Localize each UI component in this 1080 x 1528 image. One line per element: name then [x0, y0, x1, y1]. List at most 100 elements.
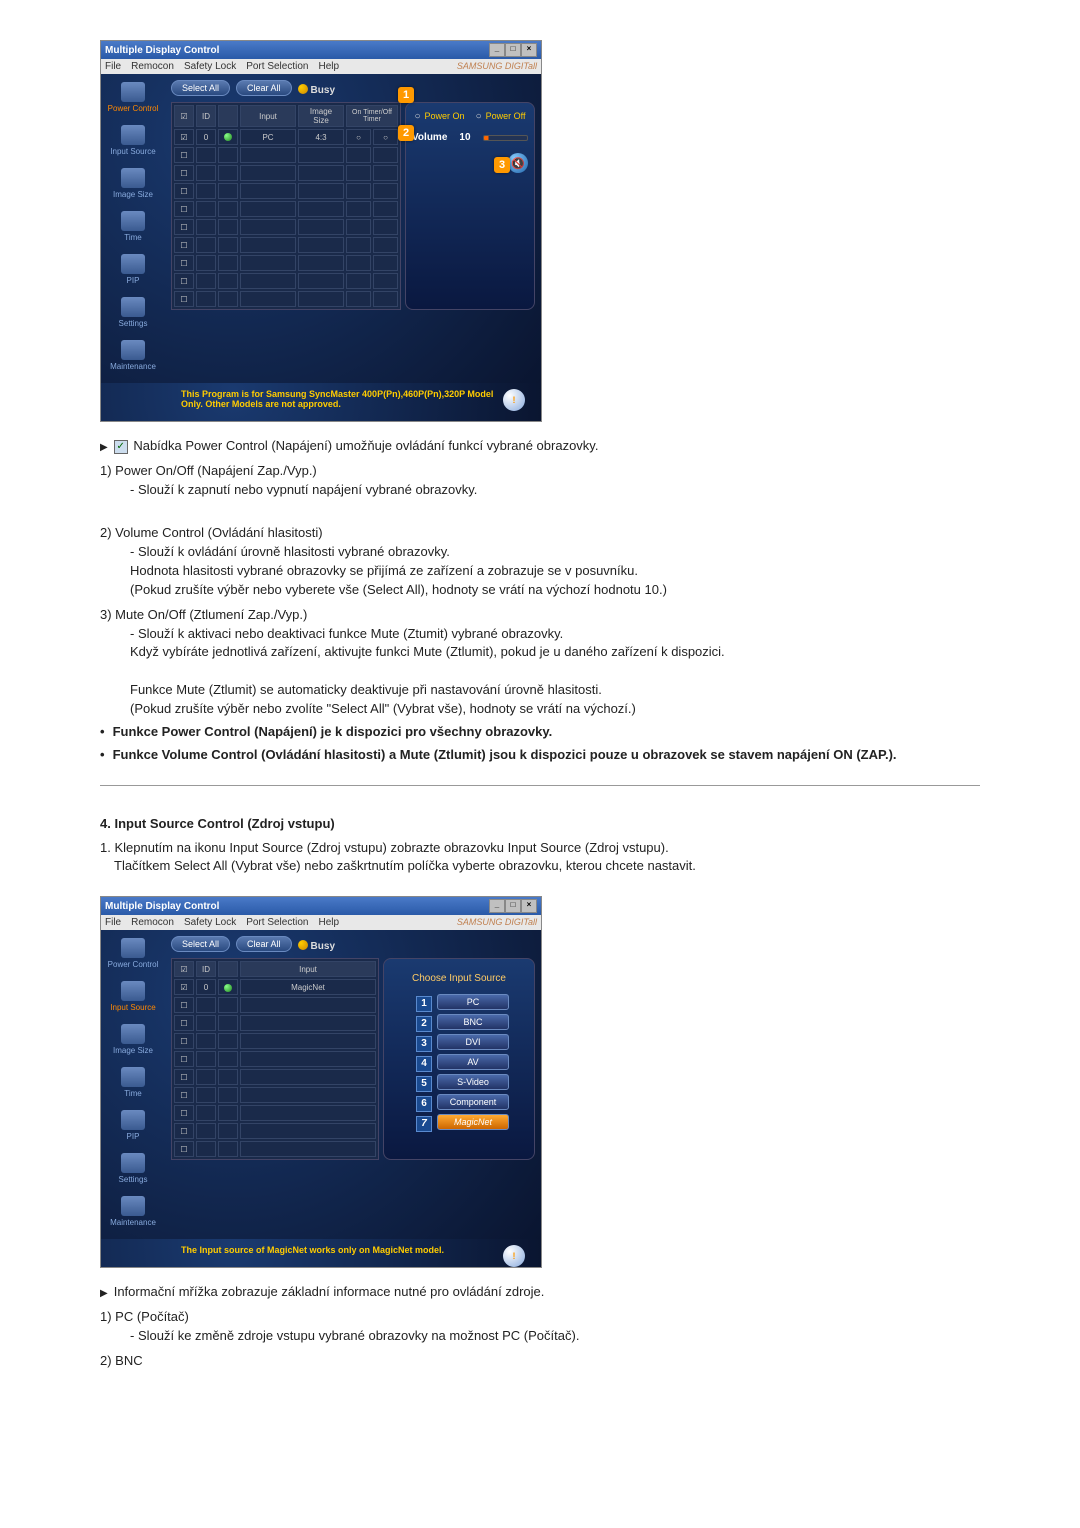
power-off-radio[interactable]: Power Off	[476, 111, 526, 122]
item-3-sub2: Když vybíráte jednotlivá zařízení, aktiv…	[130, 643, 980, 662]
marker-2: 2	[398, 125, 414, 141]
item-2-title: 2) Volume Control (Ovládání hlasitosti)	[100, 524, 980, 543]
select-all-button[interactable]: Select All	[171, 936, 230, 952]
item-3-sub4: (Pokud zrušíte výběr nebo zvolíte "Selec…	[130, 700, 980, 719]
pip-icon	[121, 254, 145, 274]
titlebar-2: Multiple Display Control _ □ ×	[101, 897, 541, 915]
checkbox-icon: ✓	[114, 440, 128, 454]
menubar-2: File Remocon Safety Lock Port Selection …	[101, 915, 541, 930]
table-row[interactable]: ☑ 0 PC 4:3 ○ ○	[174, 129, 398, 145]
sidebar-item-input-source[interactable]: Input Source	[101, 977, 165, 1020]
brand-logo: SAMSUNG DIGITall	[457, 917, 537, 928]
text-section-1: ✓ Nabídka Power Control (Napájení) umožň…	[100, 437, 980, 765]
source-component-button[interactable]: 6Component	[437, 1094, 509, 1110]
item-2-sub2: Hodnota hlasitosti vybrané obrazovky se …	[130, 562, 980, 581]
divider	[100, 785, 980, 786]
sidebar-item-time[interactable]: Time	[101, 207, 165, 250]
menu-safetylock[interactable]: Safety Lock	[184, 917, 236, 928]
menu-file[interactable]: File	[105, 61, 121, 72]
clear-all-button[interactable]: Clear All	[236, 936, 292, 952]
sidebar-item-input-source[interactable]: Input Source	[101, 121, 165, 164]
volume-slider[interactable]	[483, 135, 528, 141]
s3-item-1-sub1: Slouží ke změně zdroje vstupu vybrané ob…	[130, 1327, 980, 1346]
image-size-icon	[121, 1024, 145, 1044]
sidebar-item-image-size[interactable]: Image Size	[101, 164, 165, 207]
sidebar-item-maintenance[interactable]: Maintenance	[101, 336, 165, 379]
sidebar-item-power-control[interactable]: Power Control	[101, 78, 165, 121]
pip-icon	[121, 1110, 145, 1130]
menu-safetylock[interactable]: Safety Lock	[184, 61, 236, 72]
sidebar-2: Power Control Input Source Image Size Ti…	[101, 930, 165, 1239]
busy-indicator: Busy	[298, 81, 335, 96]
sidebar-item-image-size[interactable]: Image Size	[101, 1020, 165, 1063]
time-icon	[121, 1067, 145, 1087]
display-grid: ☑ ID Input Image Size On Timer/Off Timer…	[171, 102, 401, 310]
sidebar-item-power-control[interactable]: Power Control	[101, 934, 165, 977]
menu-help[interactable]: Help	[318, 917, 339, 928]
table-row[interactable]: ☑ 0 MagicNet	[174, 979, 376, 995]
power-icon	[121, 82, 145, 102]
display-grid-2: ☑ ID Input ☑ 0 MagicNet ☐ ☐ ☐ ☐	[171, 958, 379, 1160]
text-section-3: Informační mřížka zobrazuje základní inf…	[100, 1283, 980, 1370]
choose-input-title: Choose Input Source	[390, 973, 528, 984]
intro-line: ✓ Nabídka Power Control (Napájení) umožň…	[100, 437, 980, 456]
volume-label: Volume	[412, 132, 447, 143]
status-icon	[224, 984, 232, 992]
window-buttons-2: _ □ ×	[489, 899, 537, 913]
maximize-icon[interactable]: □	[505, 43, 521, 57]
sidebar-item-pip[interactable]: PIP	[101, 250, 165, 293]
sidebar-item-settings[interactable]: Settings	[101, 1149, 165, 1192]
brand-logo: SAMSUNG DIGITall	[457, 61, 537, 72]
s3-item-2-title: 2) BNC	[100, 1352, 980, 1371]
source-svideo-button[interactable]: 5S-Video	[437, 1074, 509, 1090]
close-icon[interactable]: ×	[521, 43, 537, 57]
menu-portselection[interactable]: Port Selection	[246, 917, 308, 928]
sidebar-item-maintenance[interactable]: Maintenance	[101, 1192, 165, 1235]
item-1-title: 1) Power On/Off (Napájení Zap./Vyp.)	[100, 462, 980, 481]
maintenance-icon	[121, 1196, 145, 1216]
window-title-2: Multiple Display Control	[105, 901, 489, 912]
close-icon[interactable]: ×	[521, 899, 537, 913]
clear-all-button[interactable]: Clear All	[236, 80, 292, 96]
source-pc-button[interactable]: 1PC	[437, 994, 509, 1010]
time-icon	[121, 211, 145, 231]
source-bnc-button[interactable]: 2BNC	[437, 1014, 509, 1030]
power-on-radio[interactable]: Power On	[415, 111, 465, 122]
sidebar-item-time[interactable]: Time	[101, 1063, 165, 1106]
mute-icon[interactable]: 🔇	[508, 153, 528, 173]
settings-icon	[121, 297, 145, 317]
item-3-title: 3) Mute On/Off (Ztlumení Zap./Vyp.)	[100, 606, 980, 625]
input-icon	[121, 125, 145, 145]
info-icon: !	[503, 389, 525, 411]
source-magicnet-button[interactable]: 7MagicNet	[437, 1114, 509, 1130]
select-all-button[interactable]: Select All	[171, 80, 230, 96]
bullet-1: Funkce Power Control (Napájení) je k dis…	[100, 723, 980, 742]
settings-icon	[121, 1153, 145, 1173]
bullet-2: Funkce Volume Control (Ovládání hlasitos…	[100, 746, 980, 765]
input-icon	[121, 981, 145, 1001]
minimize-icon[interactable]: _	[489, 899, 505, 913]
menu-help[interactable]: Help	[318, 61, 339, 72]
sidebar-item-pip[interactable]: PIP	[101, 1106, 165, 1149]
source-av-button[interactable]: 4AV	[437, 1054, 509, 1070]
maximize-icon[interactable]: □	[505, 899, 521, 913]
menu-remocon[interactable]: Remocon	[131, 917, 174, 928]
item-2-sub1: Slouží k ovládání úrovně hlasitosti vybr…	[130, 543, 980, 562]
menu-portselection[interactable]: Port Selection	[246, 61, 308, 72]
s3-item-1-title: 1) PC (Počítač)	[100, 1308, 980, 1327]
item-1-sub1: Slouží k zapnutí nebo vypnutí napájení v…	[130, 481, 980, 500]
power-panel: Power On Power Off Volume 10 🔇 1 2 3	[405, 102, 535, 310]
item-2-sub3: (Pokud zrušíte výběr nebo vyberete vše (…	[130, 581, 980, 600]
maintenance-icon	[121, 340, 145, 360]
info-icon: !	[503, 1245, 525, 1267]
menu-remocon[interactable]: Remocon	[131, 61, 174, 72]
minimize-icon[interactable]: _	[489, 43, 505, 57]
input-source-screenshot: Multiple Display Control _ □ × File Remo…	[100, 896, 542, 1268]
source-dvi-button[interactable]: 3DVI	[437, 1034, 509, 1050]
menu-file[interactable]: File	[105, 917, 121, 928]
marker-1: 1	[398, 87, 414, 103]
busy-icon	[298, 84, 308, 94]
intro-line-3: Informační mřížka zobrazuje základní inf…	[100, 1283, 980, 1302]
input-source-panel: Choose Input Source 1PC 2BNC 3DVI 4AV 5S…	[383, 958, 535, 1160]
sidebar-item-settings[interactable]: Settings	[101, 293, 165, 336]
